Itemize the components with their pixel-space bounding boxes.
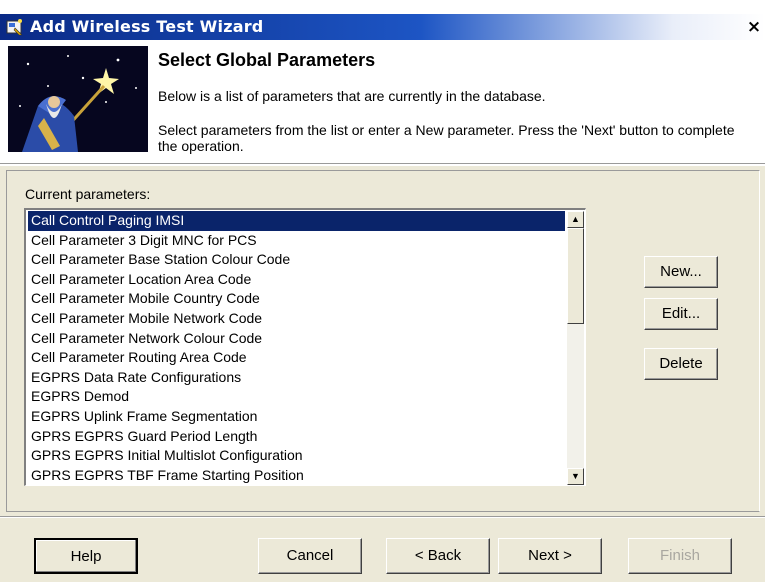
window-title: Add Wireless Test Wizard xyxy=(30,17,264,36)
scroll-down-arrow-icon[interactable]: ▼ xyxy=(567,468,584,485)
parameters-listbox[interactable]: Call Control Paging IMSI Cell Parameter … xyxy=(24,208,586,486)
list-item[interactable]: Call Control Paging IMSI xyxy=(28,211,565,231)
wizard-header: Select Global Parameters Below is a list… xyxy=(0,40,765,162)
wizard-illustration xyxy=(8,46,148,152)
list-item[interactable]: EGPRS Uplink Frame Segmentation xyxy=(28,407,565,427)
wizard-window: Add Wireless Test Wizard × Select Global… xyxy=(0,0,765,582)
page-description: Below is a list of parameters that are c… xyxy=(158,88,546,104)
cancel-button[interactable]: Cancel xyxy=(258,538,362,574)
list-item[interactable]: GPRS EGPRS Initial Multislot Configurati… xyxy=(28,446,565,466)
wizard-app-icon xyxy=(6,19,23,36)
new-parameter-button[interactable]: New... xyxy=(644,256,718,288)
edit-parameter-button[interactable]: Edit... xyxy=(644,298,718,330)
page-title: Select Global Parameters xyxy=(158,50,376,70)
list-item[interactable]: GPRS EGPRS Guard Period Length xyxy=(28,427,565,447)
parameters-list: Call Control Paging IMSI Cell Parameter … xyxy=(28,211,565,485)
wizard-footer: Help Cancel < Back Next > Finish xyxy=(0,518,765,582)
list-item[interactable]: Cell Parameter Mobile Network Code xyxy=(28,309,565,329)
list-item[interactable]: Cell Parameter Base Station Colour Code xyxy=(28,250,565,270)
list-item[interactable]: Cell Parameter Network Colour Code xyxy=(28,329,565,349)
list-item[interactable]: Cell Parameter Mobile Country Code xyxy=(28,289,565,309)
help-button[interactable]: Help xyxy=(34,538,138,574)
list-item[interactable]: EGPRS Data Rate Configurations xyxy=(28,368,565,388)
wizard-body: Current parameters: Call Control Paging … xyxy=(0,166,765,516)
back-button[interactable]: < Back xyxy=(386,538,490,574)
current-parameters-label: Current parameters: xyxy=(25,186,151,202)
list-item[interactable]: EGPRS Demod xyxy=(28,387,565,407)
list-item[interactable]: Cell Parameter Routing Area Code xyxy=(28,348,565,368)
close-icon[interactable]: × xyxy=(745,18,763,36)
list-item[interactable]: GPRS EGPRS TBF Frame Starting Position xyxy=(28,466,565,486)
scroll-up-arrow-icon[interactable]: ▲ xyxy=(567,211,584,228)
delete-parameter-button[interactable]: Delete xyxy=(644,348,718,380)
next-button[interactable]: Next > xyxy=(498,538,602,574)
list-item[interactable]: Cell Parameter Location Area Code xyxy=(28,270,565,290)
title-bar[interactable]: Add Wireless Test Wizard × xyxy=(0,14,765,40)
finish-button[interactable]: Finish xyxy=(628,538,732,574)
list-scrollbar[interactable]: ▲ ▼ xyxy=(567,211,584,485)
page-instructions: Select parameters from the list or enter… xyxy=(158,122,735,154)
header-divider xyxy=(0,163,765,165)
scrollbar-thumb[interactable] xyxy=(567,228,584,324)
list-item[interactable]: Cell Parameter 3 Digit MNC for PCS xyxy=(28,231,565,251)
